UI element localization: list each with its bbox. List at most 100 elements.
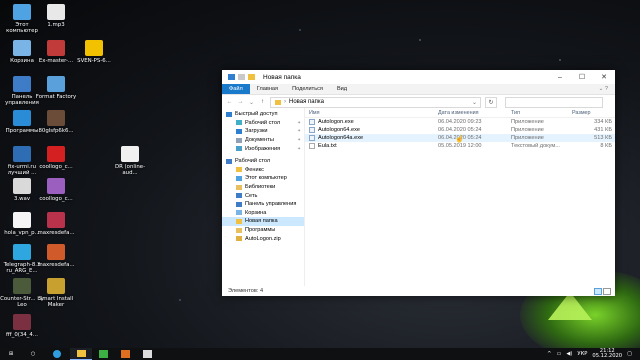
nav-item-label: Сеть [245, 192, 258, 199]
title-bar[interactable]: Новая папка – ☐ ✕ [222, 70, 615, 84]
tab-view[interactable]: Вид [330, 84, 354, 94]
nav-item-label: Панель управления [245, 201, 297, 208]
search-input[interactable] [505, 96, 603, 108]
nav-item[interactable]: Документы ✦ [222, 136, 304, 145]
desktop-icon[interactable]: SVEN-PS-6... [72, 40, 116, 64]
nav-item[interactable]: Загрузки ✦ [222, 127, 304, 136]
address-bar-row: ← → ⌄ ↑ › Новая папка ⌄ ↻ [222, 95, 615, 109]
desktop-icon[interactable]: Smart Install Maker [34, 278, 78, 308]
file-row[interactable]: Autologon.exe 06.04.2020 09:23 Приложени… [305, 118, 615, 126]
column-date[interactable]: Дата изменения [438, 110, 511, 116]
nav-item[interactable]: Феникс [222, 166, 304, 175]
minimize-button[interactable]: – [549, 70, 571, 84]
network-icon [236, 193, 242, 199]
tray-expand-icon[interactable]: ^ [547, 351, 551, 357]
search-icon[interactable]: ○ [22, 348, 44, 360]
forward-arrow-icon[interactable]: → [237, 99, 244, 105]
explorer-window: Новая папка – ☐ ✕ Файл Главная Поделитьс… [222, 70, 615, 296]
separator-icon [238, 74, 245, 80]
file-row[interactable]: Autologon64.exe 06.04.2020 05:24 Приложе… [305, 126, 615, 134]
nav-item-selected[interactable]: Новая папка [222, 217, 304, 226]
start-button[interactable]: ⊞ [0, 348, 22, 360]
nav-item-label: Рабочий стол [235, 158, 271, 165]
desktop-icon[interactable]: DR (online-aud... [108, 146, 152, 176]
chrome-taskbar-icon[interactable] [44, 348, 70, 360]
column-size[interactable]: Размер [572, 110, 612, 116]
file-size: 334 КБ [594, 119, 612, 125]
nav-item-label: Новая папка [245, 218, 278, 225]
properties-icon[interactable] [228, 74, 235, 80]
app-taskbar-icon[interactable] [114, 348, 136, 360]
view-switcher [594, 287, 611, 295]
desktop-icon[interactable]: Format Factory [34, 76, 78, 100]
computer-icon [236, 175, 242, 181]
desktop-icon[interactable]: coollogo_c... [34, 178, 78, 202]
file-name: Autologon.exe [318, 119, 354, 125]
desktop-icon-label: coollogo_c... [39, 164, 73, 170]
clock[interactable]: 21:12 05.12.2020 [592, 348, 622, 360]
user-folder-icon [236, 167, 242, 173]
breadcrumb-separator-icon: › [284, 99, 286, 105]
close-button[interactable]: ✕ [593, 70, 615, 84]
nav-item[interactable]: Библиотеки [222, 183, 304, 192]
maximize-button[interactable]: ☐ [571, 70, 593, 84]
tab-home[interactable]: Главная [250, 84, 285, 94]
app-taskbar-icon[interactable] [92, 348, 114, 360]
nav-item[interactable]: Корзина [222, 209, 304, 218]
column-name[interactable]: Имя [305, 110, 438, 116]
folder-icon[interactable] [248, 74, 255, 80]
nav-item[interactable]: Сеть [222, 191, 304, 200]
nav-item-label: Библиотеки [245, 184, 276, 191]
nav-item[interactable]: Изображения ✦ [222, 144, 304, 153]
file-name: Autologon64a.exe [318, 135, 364, 141]
nav-item[interactable]: Панель управления [222, 200, 304, 209]
tab-file[interactable]: Файл [222, 84, 250, 94]
breadcrumb[interactable]: Новая папка [289, 99, 324, 105]
large-icons-view-icon[interactable] [603, 287, 611, 295]
expand-ribbon-icon[interactable]: ⌄ ? [592, 84, 615, 94]
mouse-pointer-icon: ☝ [455, 136, 464, 143]
refresh-button[interactable]: ↻ [485, 96, 497, 108]
network-icon[interactable]: ▭ [556, 351, 561, 357]
file-date: 06.04.2020 09:23 [438, 119, 482, 125]
tab-share[interactable]: Поделиться [285, 84, 330, 94]
nav-item-label: Быстрый доступ [235, 111, 278, 118]
explorer-taskbar-icon[interactable] [70, 348, 92, 360]
app-taskbar-icon[interactable] [136, 348, 158, 360]
desktop-icon-label: Smart Install Maker [38, 296, 74, 309]
nav-item[interactable]: AutoLogon.zip [222, 234, 304, 243]
desktop-icon-label: maxresdefa... [37, 262, 75, 268]
address-dropdown-icon[interactable]: ⌄ [472, 99, 477, 106]
folder-icon [236, 218, 242, 224]
desktop-icon-label: 1.mp3 [47, 22, 65, 28]
details-view-icon[interactable] [594, 287, 602, 295]
nav-item[interactable]: Этот компьютер [222, 174, 304, 183]
volume-icon[interactable]: ◀) [566, 351, 572, 357]
system-tray: ^ ▭ ◀) УКР 21:12 05.12.2020 ▢ [547, 348, 640, 360]
star-icon [226, 111, 232, 117]
column-type[interactable]: Тип [511, 110, 572, 116]
language-indicator[interactable]: УКР [577, 351, 587, 357]
desktop-icon[interactable]: 1.mp3 [34, 4, 78, 28]
up-arrow-icon[interactable]: ↑ [259, 99, 266, 105]
desktop-icon[interactable]: coollogo_c... [34, 146, 78, 170]
desktop-icon[interactable]: maxresdefa... [34, 212, 78, 236]
notifications-icon[interactable]: ▢ [627, 351, 632, 357]
address-bar[interactable]: › Новая папка ⌄ [270, 96, 481, 108]
recent-chevron-icon[interactable]: ⌄ [248, 99, 255, 106]
file-row[interactable]: Eula.txt 05.05.2019 12:00 Текстовый доку… [305, 142, 615, 150]
folder-icon [236, 227, 242, 233]
desktop-folder-icon [236, 120, 242, 126]
desktop-icon[interactable]: 80glsfp6k6... [34, 110, 78, 134]
window-controls: – ☐ ✕ [549, 70, 615, 84]
nav-item[interactable]: Рабочий стол ✦ [222, 119, 304, 128]
desktop-icon[interactable]: fff_0(34_4... [0, 314, 44, 338]
file-size: 431 КБ [594, 127, 612, 133]
nav-item-label: Рабочий стол [245, 119, 281, 126]
file-date: 06.04.2020 05:24 [438, 135, 482, 141]
desktop-icon[interactable]: maxresdefa... [34, 244, 78, 268]
back-arrow-icon[interactable]: ← [226, 99, 233, 105]
nav-item[interactable]: Рабочий стол [222, 157, 304, 166]
nav-item[interactable]: Программы [222, 226, 304, 235]
nav-item[interactable]: Быстрый доступ [222, 110, 304, 119]
